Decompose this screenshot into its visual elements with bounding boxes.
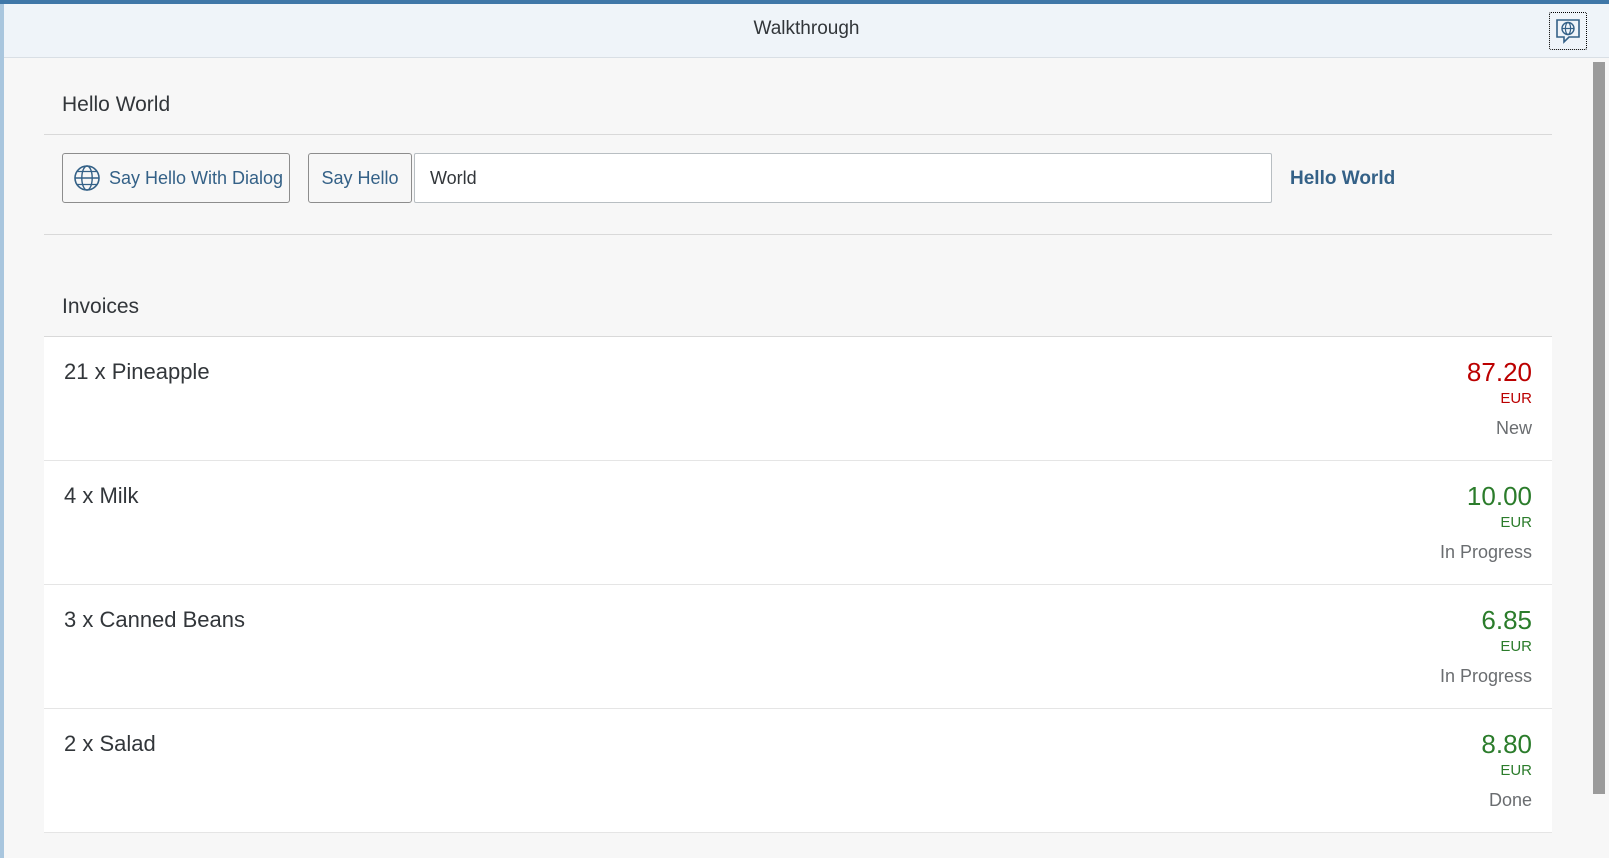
globe-chat-button[interactable] [1549,12,1587,50]
say-hello-label: Say Hello [321,167,399,188]
invoice-row[interactable]: 3 x Canned Beans 6.85 EUR In Progress [44,585,1552,709]
invoice-amount: 87.20 [1466,357,1532,387]
hello-panel-divider [44,134,1552,135]
invoice-amount: 8.80 [1481,729,1532,759]
invoice-currency: EUR [1500,514,1532,531]
name-input[interactable] [414,153,1272,203]
invoice-title: 21 x Pineapple [64,359,210,384]
invoice-title: 3 x Canned Beans [64,607,246,632]
app-window: Walkthrough Hello World Say Hello With D… [4,4,1609,858]
invoice-amount: 6.85 [1481,605,1532,635]
hello-output-text: Hello World [1290,168,1396,189]
say-hello-dialog-label: Say Hello With Dialog [109,167,284,188]
globe-icon [74,165,100,191]
invoice-status: New [1495,418,1532,438]
invoice-list: 21 x Pineapple 87.20 EUR New 4 x Milk 10… [44,337,1552,833]
globe-chat-icon [1556,19,1580,44]
hello-panel-bottom-divider [44,234,1552,235]
shell-header: Walkthrough [4,4,1609,58]
invoice-status: In Progress [1439,542,1532,562]
invoice-currency: EUR [1500,390,1532,407]
invoices-title: Invoices [62,295,140,318]
invoice-row[interactable]: 4 x Milk 10.00 EUR In Progress [44,461,1552,585]
scrollbar-thumb[interactable] [1593,62,1605,794]
invoice-currency: EUR [1500,638,1532,655]
invoice-row[interactable]: 2 x Salad 8.80 EUR Done [44,709,1552,833]
invoice-currency: EUR [1500,762,1532,779]
invoice-row[interactable]: 21 x Pineapple 87.20 EUR New [44,337,1552,461]
say-hello-button[interactable]: Say Hello [308,153,412,203]
invoice-amount: 10.00 [1466,481,1532,511]
invoice-title: 4 x Milk [64,483,139,508]
invoice-status: Done [1488,790,1532,810]
invoice-title: 2 x Salad [64,731,156,756]
hello-panel-title: Hello World [62,93,171,116]
shell-title: Walkthrough [753,18,860,39]
invoice-status: In Progress [1439,666,1532,686]
say-hello-dialog-button[interactable]: Say Hello With Dialog [62,153,290,203]
